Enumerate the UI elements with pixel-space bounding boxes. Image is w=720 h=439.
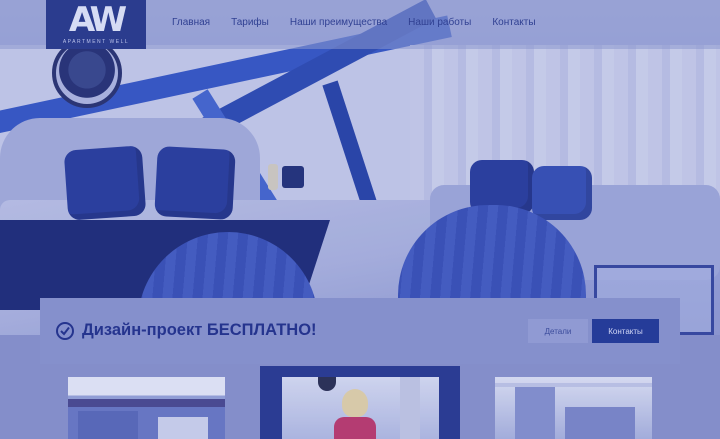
hero-photo: [0, 0, 720, 335]
details-button[interactable]: Детали: [528, 319, 588, 343]
contacts-button[interactable]: Контакты: [592, 319, 659, 343]
nav-item-contacts[interactable]: Контакты: [492, 17, 535, 28]
nav-item-works[interactable]: Наши работы: [408, 17, 471, 28]
logo-mark: AW: [68, 0, 127, 40]
nav-item-tariffs[interactable]: Тарифы: [231, 17, 269, 28]
portfolio-card[interactable]: [68, 377, 225, 439]
logo-subtitle: APARTMENT WELL: [62, 39, 130, 45]
nav-item-advantages[interactable]: Наши преимущества: [290, 17, 387, 28]
nav-item-home[interactable]: Главная: [172, 17, 210, 28]
portfolio-card[interactable]: [282, 377, 439, 439]
portfolio-card[interactable]: [495, 377, 652, 439]
brand-logo[interactable]: AW APARTMENT WELL: [46, 0, 146, 49]
promo-title: Дизайн-проект БЕСПЛАТНО!: [82, 321, 317, 339]
site-header: AW APARTMENT WELL Главная Тарифы Наши пр…: [0, 0, 720, 49]
check-circle-icon: [56, 322, 74, 340]
main-nav: Главная Тарифы Наши преимущества Наши ра…: [172, 17, 557, 28]
promo-banner: Дизайн-проект БЕСПЛАТНО! Детали Контакты: [40, 298, 680, 364]
